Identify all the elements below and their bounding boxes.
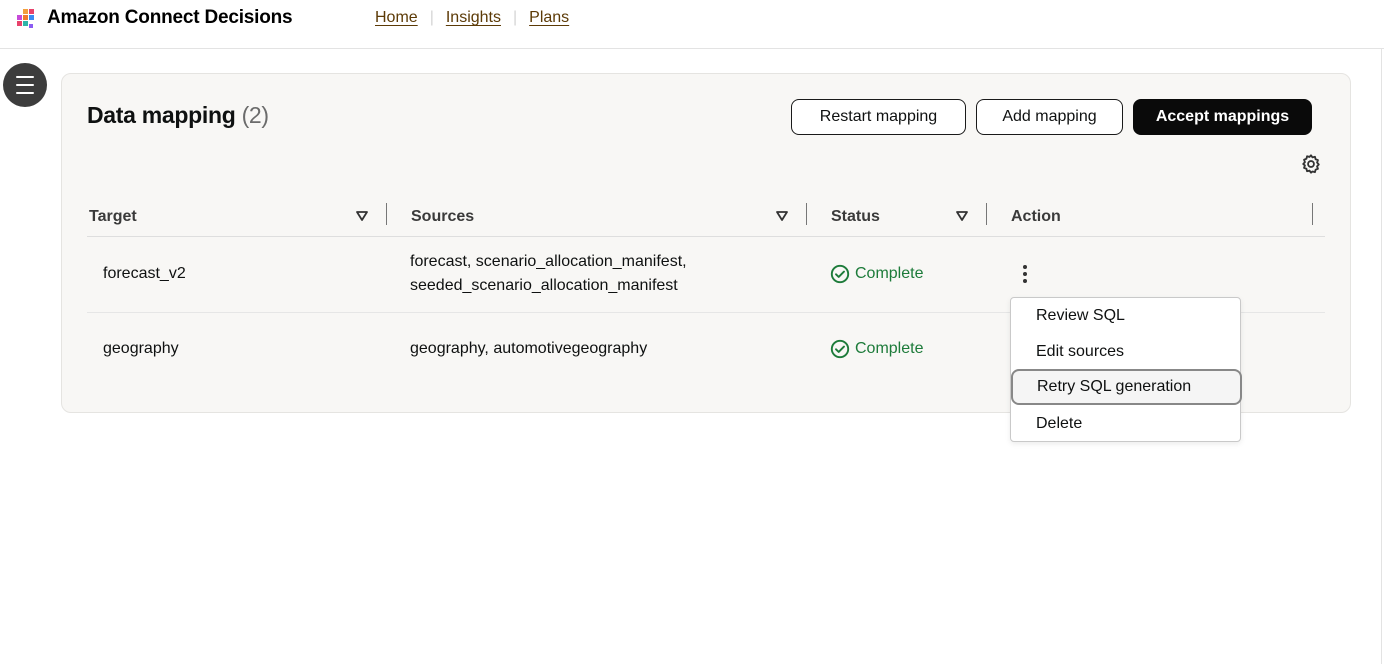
panel-title-text: Data mapping [87, 102, 236, 128]
column-header-action: Action [1011, 208, 1061, 225]
app-title: Amazon Connect Decisions [47, 7, 293, 28]
sources-line: forecast, scenario_allocation_manifest, [410, 253, 687, 270]
hamburger-menu-icon [16, 73, 34, 97]
mapping-count: (2) [241, 102, 270, 128]
content-divider [1381, 49, 1382, 664]
status-text: Complete [855, 265, 924, 282]
menu-item-delete[interactable]: Delete [1011, 406, 1242, 442]
column-divider[interactable] [1312, 203, 1313, 225]
add-mapping-button[interactable]: Add mapping [976, 99, 1123, 135]
amazon-connect-decisions-logo[interactable] [16, 8, 38, 30]
nav-link-home[interactable]: Home [375, 9, 418, 27]
column-header-target[interactable]: Target [89, 199, 137, 235]
sort-triangle-icon[interactable] [775, 209, 789, 223]
top-navigation: Home | Insights | Plans [375, 9, 569, 27]
column-divider[interactable] [806, 203, 807, 225]
menu-item-edit-sources[interactable]: Edit sources [1011, 334, 1242, 370]
nav-link-insights[interactable]: Insights [446, 9, 501, 27]
table-header: Target Sources Status Action [87, 199, 1325, 237]
check-circle-icon [830, 339, 850, 359]
accept-mappings-button[interactable]: Accept mappings [1133, 99, 1312, 135]
menu-item-review-sql[interactable]: Review SQL [1011, 298, 1242, 334]
sort-triangle-icon[interactable] [955, 209, 969, 223]
sources-line: geography, automotivegeography [410, 340, 648, 357]
row-actions-kebab-icon[interactable] [1015, 262, 1035, 286]
hamburger-menu-button[interactable] [3, 63, 47, 107]
target-cell: geography [103, 340, 179, 357]
menu-item-retry-sql-generation[interactable]: Retry SQL generation [1011, 369, 1242, 405]
restart-mapping-button[interactable]: Restart mapping [791, 99, 966, 135]
nav-separator: | [429, 9, 434, 26]
nav-separator: | [512, 9, 518, 26]
top-bar: Amazon Connect Decisions Home | Insights… [0, 0, 1384, 49]
status-text: Complete [855, 340, 924, 357]
sources-cell: geography, automotivegeography [410, 337, 647, 361]
gear-icon[interactable] [1300, 153, 1322, 175]
target-cell: forecast_v2 [103, 265, 186, 282]
check-circle-icon [830, 264, 850, 284]
panel-title: Data mapping (2) [87, 102, 269, 129]
column-divider[interactable] [386, 203, 387, 225]
status-badge: Complete [830, 339, 923, 359]
column-divider[interactable] [986, 203, 987, 225]
column-header-status[interactable]: Status [831, 199, 880, 235]
sources-cell: forecast, scenario_allocation_manifest, … [410, 250, 687, 298]
status-badge: Complete [830, 264, 923, 284]
nav-link-plans[interactable]: Plans [529, 9, 569, 27]
row-actions-menu: Review SQL Edit sources Retry SQL genera… [1010, 297, 1242, 442]
sort-triangle-icon[interactable] [355, 209, 369, 223]
sources-line: seeded_scenario_allocation_manifest [410, 277, 678, 294]
column-header-sources[interactable]: Sources [411, 199, 474, 235]
